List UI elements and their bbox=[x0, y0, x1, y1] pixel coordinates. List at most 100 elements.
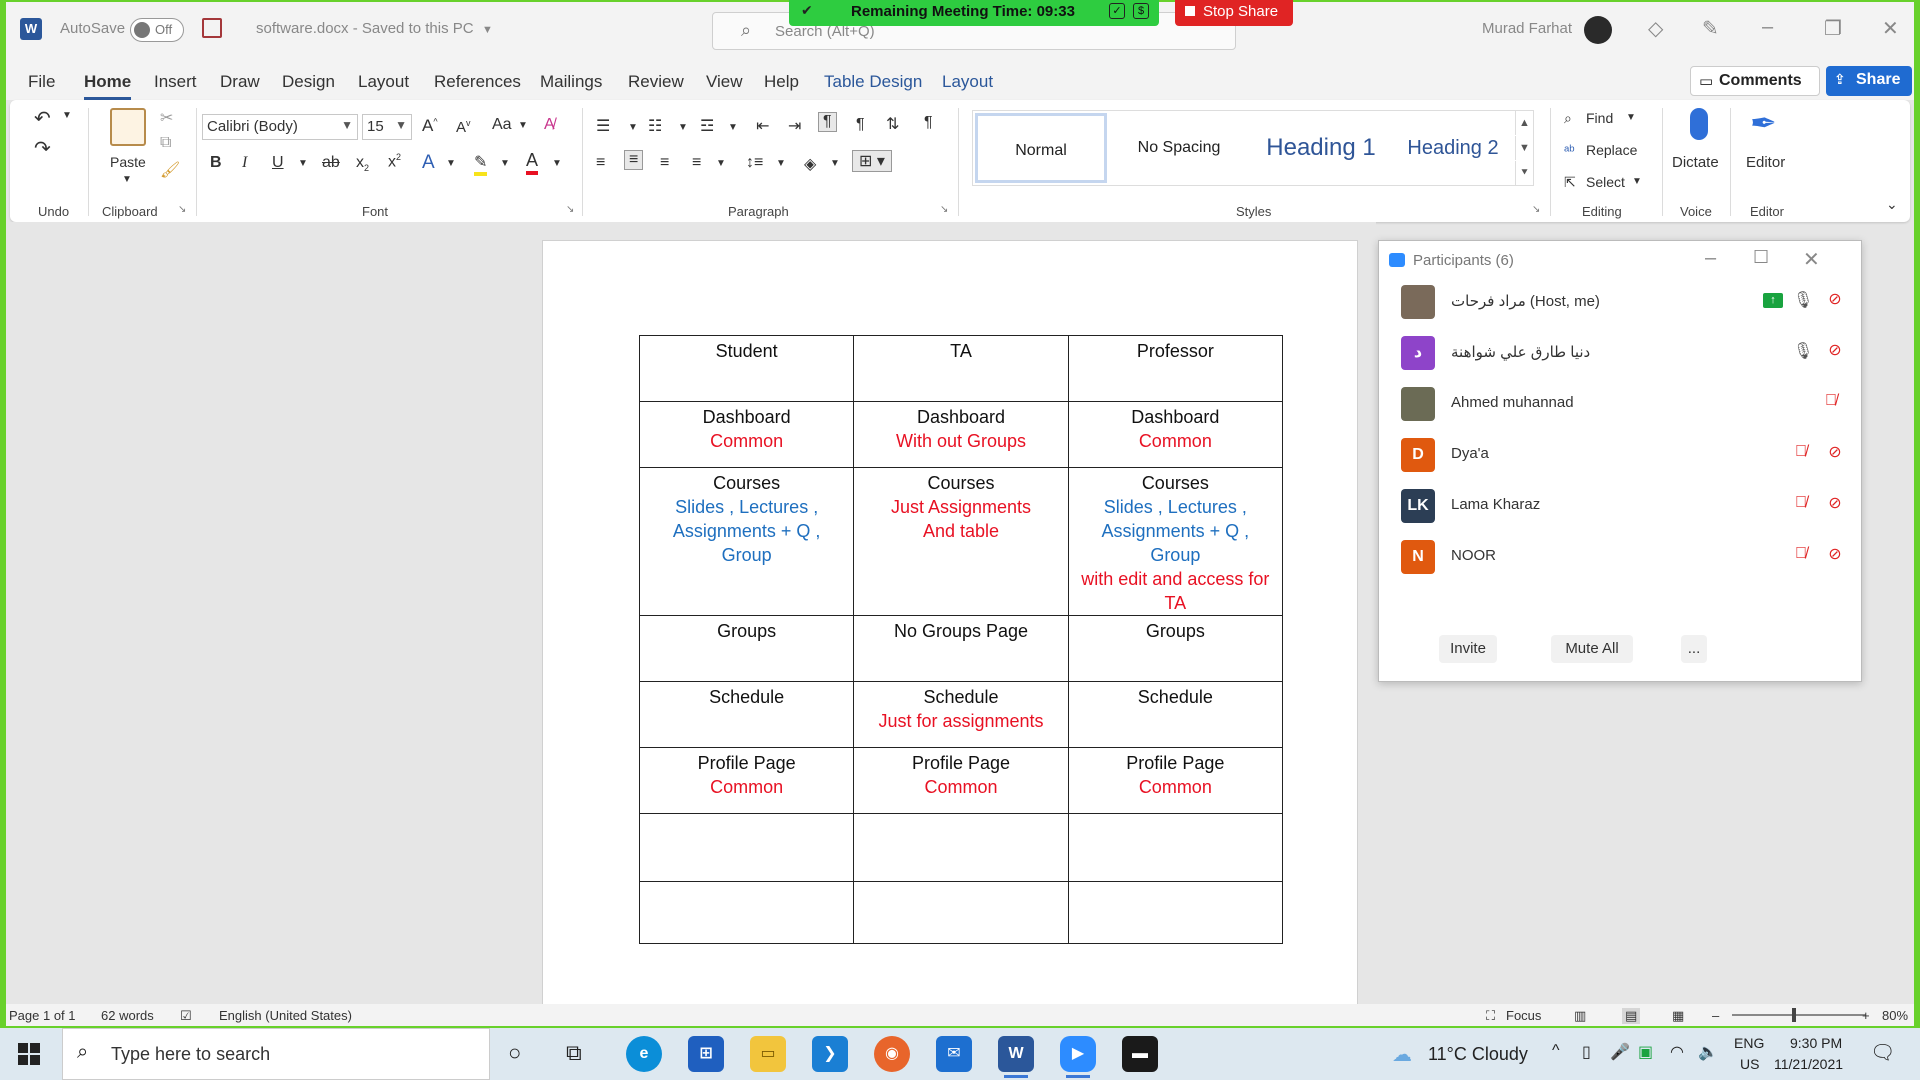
share-button[interactable]: ⇪ Share bbox=[1826, 66, 1912, 96]
font-family-select[interactable]: Calibri (Body) ▼ bbox=[202, 114, 358, 140]
mic-icon[interactable]: 🎙 bbox=[1793, 290, 1813, 310]
mic-muted-icon[interactable]: 🎙̸ bbox=[1793, 545, 1809, 565]
tray-zoom-icon[interactable]: ▣ bbox=[1638, 1042, 1653, 1062]
dialog-launcher-icon[interactable]: ↘ bbox=[1532, 204, 1540, 215]
microphone-icon[interactable] bbox=[1690, 108, 1708, 140]
language-top[interactable]: ENG bbox=[1734, 1035, 1764, 1051]
avatar[interactable] bbox=[1584, 16, 1612, 44]
word-count[interactable]: 62 words bbox=[101, 1008, 154, 1023]
tab-view[interactable]: View bbox=[706, 72, 743, 92]
document-table[interactable]: Student TA Professor Dashboard Common Dashboa… bbox=[638, 335, 1284, 944]
decrease-indent-icon[interactable]: ⇤ bbox=[756, 116, 769, 136]
chevron-down-icon[interactable]: ▼ bbox=[500, 158, 510, 169]
table-cell[interactable]: Profile Page Common bbox=[1067, 747, 1284, 814]
participant-row[interactable]: Ahmed muhannad 🎙̸ bbox=[1379, 379, 1861, 429]
ltr-icon[interactable]: ¶ bbox=[818, 112, 837, 132]
table-cell[interactable]: Courses Slides , Lectures , Assignments + … bbox=[638, 467, 855, 616]
chevron-down-icon[interactable]: ▼ bbox=[122, 174, 132, 185]
chevron-down-icon[interactable]: ▼ bbox=[830, 158, 840, 169]
table-header-cell[interactable]: Student bbox=[638, 335, 855, 402]
zoom-out-icon[interactable]: – bbox=[1712, 1008, 1719, 1023]
tab-layout[interactable]: Layout bbox=[358, 72, 409, 92]
comments-button[interactable]: ▭ Comments bbox=[1690, 66, 1820, 96]
tray-mic-icon[interactable]: 🎤 bbox=[1610, 1042, 1630, 1062]
gallery-down-icon[interactable]: ▼ bbox=[1515, 136, 1533, 160]
user-name[interactable]: Murad Farhat bbox=[1482, 20, 1572, 37]
shrink-font-icon[interactable]: Av bbox=[456, 118, 471, 136]
cortana-icon[interactable]: ○ bbox=[508, 1040, 521, 1066]
print-layout-icon[interactable]: ▤ bbox=[1622, 1008, 1641, 1024]
table-cell[interactable] bbox=[638, 881, 855, 944]
save-icon[interactable] bbox=[202, 18, 222, 38]
video-off-icon[interactable]: ⊘ bbox=[1823, 340, 1847, 362]
document-title[interactable]: software.docx - Saved to this PC bbox=[256, 20, 474, 37]
participant-row[interactable]: N NOOR 🎙̸ ⊘ bbox=[1379, 532, 1861, 582]
mic-muted-icon[interactable]: 🎙̸ bbox=[1823, 392, 1839, 412]
align-left-icon[interactable]: ≡ bbox=[596, 154, 605, 172]
find-icon[interactable]: ⌕ bbox=[1564, 110, 1572, 127]
numbering-icon[interactable]: ☷ bbox=[648, 116, 662, 136]
language-bottom[interactable]: US bbox=[1740, 1056, 1759, 1072]
tray-chevron-icon[interactable]: ^ bbox=[1552, 1042, 1560, 1060]
chevron-down-icon[interactable]: ▼ bbox=[776, 158, 786, 169]
editor-pen-icon[interactable]: ✒ bbox=[1750, 104, 1777, 142]
clock-date[interactable]: 11/21/2021 bbox=[1774, 1056, 1843, 1072]
dialog-launcher-icon[interactable]: ↘ bbox=[178, 204, 186, 215]
cloud-icon[interactable]: ☁ bbox=[1392, 1042, 1412, 1067]
table-cell[interactable]: No Groups Page bbox=[853, 615, 1069, 682]
dollar-icon[interactable]: $ bbox=[1133, 3, 1149, 19]
mute-all-button[interactable]: Mute All bbox=[1551, 635, 1633, 663]
copy-icon[interactable]: ⧉ bbox=[160, 134, 171, 152]
more-button[interactable]: ... bbox=[1681, 635, 1707, 663]
text-effects-icon[interactable]: A bbox=[422, 152, 435, 174]
close-icon[interactable]: ✕ bbox=[1803, 247, 1820, 272]
table-cell[interactable]: Schedule Just for assignments bbox=[853, 681, 1069, 748]
web-layout-icon[interactable]: ▦ bbox=[1672, 1008, 1684, 1024]
edge-icon[interactable]: e bbox=[626, 1036, 662, 1072]
participant-row[interactable]: مراد فرحات (Host, me) ↑ 🎙 ⊘ bbox=[1379, 277, 1861, 327]
participant-row[interactable]: د دنيا طارق علي شواهنة 🎙 ⊘ bbox=[1379, 328, 1861, 378]
zoom-slider[interactable] bbox=[1732, 1008, 1866, 1022]
tab-table-layout[interactable]: Layout bbox=[942, 72, 993, 92]
borders-icon[interactable]: ⊞ ▾ bbox=[852, 150, 892, 172]
highlight-icon[interactable]: ✎ bbox=[474, 152, 488, 176]
video-off-icon[interactable]: ⊘ bbox=[1823, 544, 1847, 566]
dialog-launcher-icon[interactable]: ↘ bbox=[940, 204, 948, 215]
paste-icon[interactable] bbox=[110, 108, 146, 146]
line-spacing-icon[interactable]: ↕≡ bbox=[746, 154, 763, 172]
chevron-down-icon[interactable]: ▼ bbox=[628, 122, 638, 133]
grow-font-icon[interactable]: A^ bbox=[422, 116, 438, 136]
font-size-select[interactable]: 15 ▼ bbox=[362, 114, 412, 140]
volume-icon[interactable]: 🔈 bbox=[1698, 1042, 1718, 1062]
table-cell[interactable] bbox=[638, 813, 855, 882]
format-painter-icon[interactable]: 🖌 bbox=[160, 160, 180, 180]
pen-icon[interactable]: ✎ bbox=[1702, 16, 1719, 41]
task-view-icon[interactable]: ⧉ bbox=[566, 1040, 582, 1066]
paste-button[interactable]: Paste bbox=[110, 154, 146, 170]
table-cell[interactable] bbox=[1067, 813, 1284, 882]
style-heading-1[interactable]: Heading 1 bbox=[1251, 113, 1391, 183]
restore-icon[interactable]: ❐ bbox=[1824, 16, 1842, 41]
tab-mailings[interactable]: Mailings bbox=[540, 72, 602, 92]
subscript-icon[interactable]: x2 bbox=[356, 154, 369, 173]
table-cell[interactable]: Dashboard Common bbox=[638, 401, 855, 468]
participant-row[interactable]: LK Lama Kharaz 🎙̸ ⊘ bbox=[1379, 481, 1861, 531]
meeting-banner[interactable]: ✔ Remaining Meeting Time: 09:33 ✓ $ bbox=[789, 0, 1159, 26]
taskbar-search[interactable]: ⌕ Type here to search bbox=[62, 1028, 490, 1080]
invite-button[interactable]: Invite bbox=[1439, 635, 1497, 663]
table-cell[interactable] bbox=[853, 881, 1069, 944]
sort-icon[interactable]: ⇅ bbox=[886, 114, 899, 134]
underline-icon[interactable]: U bbox=[272, 154, 284, 172]
italic-icon[interactable]: I bbox=[242, 154, 247, 172]
align-center-icon[interactable]: ≡ bbox=[624, 150, 644, 170]
select-icon[interactable]: ⇱ bbox=[1564, 174, 1576, 191]
focus-button[interactable]: Focus bbox=[1506, 1008, 1541, 1023]
tab-table-design[interactable]: Table Design bbox=[824, 72, 922, 92]
chevron-down-icon[interactable]: ▼ bbox=[62, 110, 72, 121]
proofing-icon[interactable]: ☑ bbox=[180, 1008, 192, 1024]
shading-icon[interactable]: ◈ bbox=[804, 154, 816, 174]
table-cell[interactable]: Schedule bbox=[1067, 681, 1284, 748]
autosave-toggle[interactable]: Off bbox=[130, 18, 184, 42]
video-off-icon[interactable]: ⊘ bbox=[1823, 289, 1847, 311]
tab-draw[interactable]: Draw bbox=[220, 72, 260, 92]
